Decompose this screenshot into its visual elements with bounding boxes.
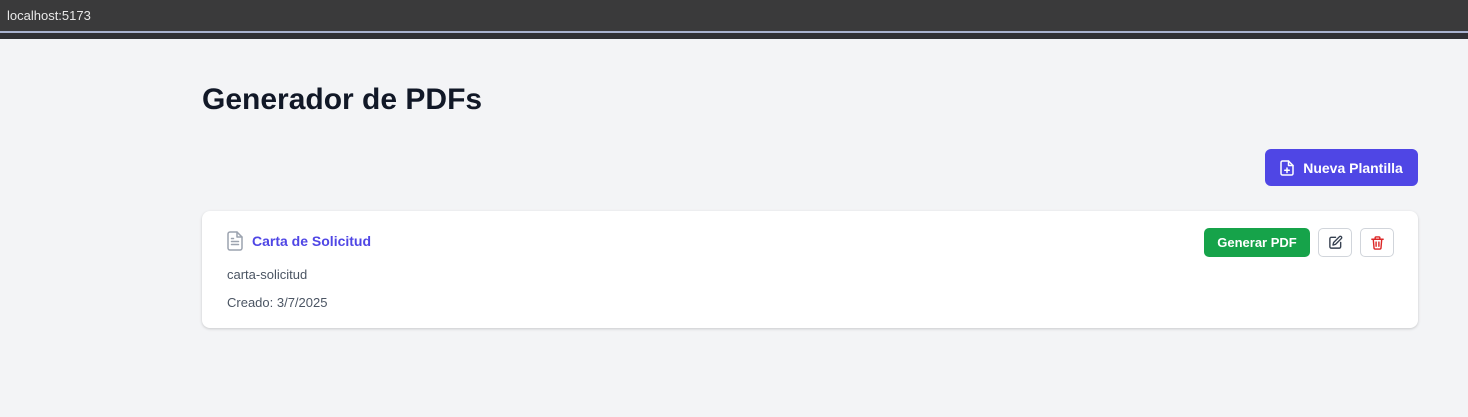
template-actions: Generar PDF	[1204, 228, 1394, 257]
new-template-label: Nueva Plantilla	[1303, 159, 1403, 176]
browser-url[interactable]: localhost:5173	[7, 8, 91, 23]
edit-template-button[interactable]	[1318, 228, 1352, 257]
edit-icon	[1328, 235, 1343, 250]
browser-address-bar[interactable]: localhost:5173	[0, 0, 1468, 31]
page-content: Generador de PDFs Nueva Plantilla Carta …	[0, 39, 1468, 417]
new-template-button[interactable]: Nueva Plantilla	[1265, 149, 1418, 186]
generate-pdf-button[interactable]: Generar PDF	[1204, 228, 1310, 257]
template-card-header: Carta de Solicitud	[227, 231, 371, 251]
template-name-link[interactable]: Carta de Solicitud	[252, 233, 371, 249]
template-slug: carta-solicitud	[227, 267, 308, 282]
trash-icon	[1370, 235, 1385, 251]
page-title: Generador de PDFs	[202, 83, 483, 116]
delete-template-button[interactable]	[1360, 228, 1394, 257]
template-created-date: Creado: 3/7/2025	[227, 295, 328, 310]
template-card: Carta de Solicitud carta-solicitud Cread…	[202, 211, 1418, 328]
file-plus-icon	[1280, 159, 1294, 176]
file-text-icon	[227, 231, 243, 251]
